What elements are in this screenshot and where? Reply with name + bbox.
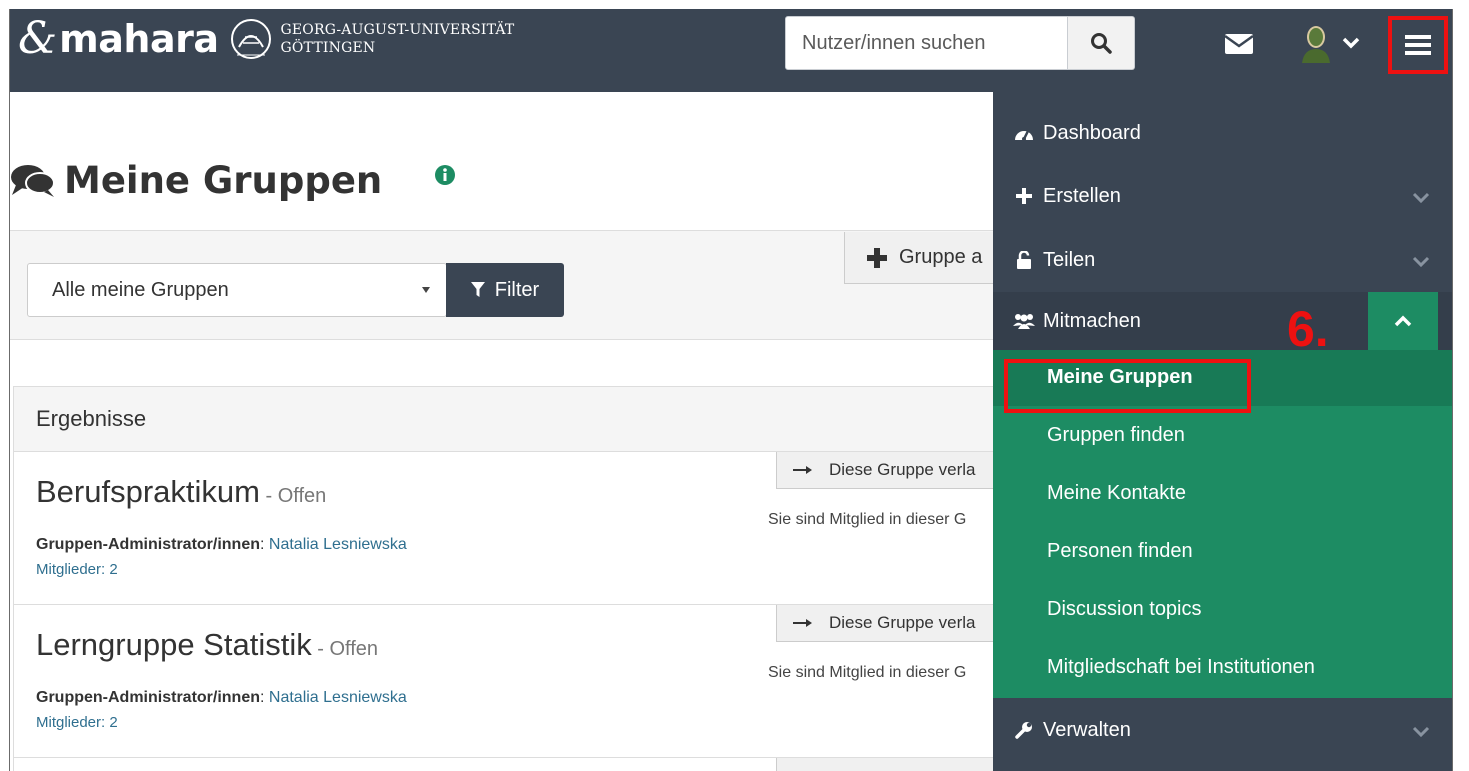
user-search	[785, 16, 1135, 70]
search-icon	[1091, 33, 1112, 54]
page-title: Meine Gruppen	[64, 159, 383, 202]
main-nav-dropdown: Dashboard Erstellen Teilen Mitmachen 6. …	[993, 92, 1452, 771]
membership-note: Sie sind Mitglied in dieser G	[768, 664, 967, 681]
unlock-icon	[1017, 251, 1031, 269]
chevron-down-icon[interactable]	[1412, 192, 1430, 204]
group-status: - Offen	[259, 485, 327, 507]
admin-link[interactable]: Natalia Lesniewska	[269, 536, 407, 553]
admin-link[interactable]: Natalia Lesniewska	[269, 689, 407, 706]
logo-text: mahara	[59, 17, 219, 61]
user-search-input[interactable]	[785, 16, 1068, 70]
group-admins: Gruppen-Administrator/innen: Natalia Les…	[36, 689, 407, 706]
plus-icon	[1016, 188, 1032, 204]
group-members-link[interactable]: Mitglieder: 2	[36, 561, 118, 578]
wrench-icon	[1015, 722, 1032, 739]
mitmachen-submenu: Meine Gruppen Gruppen finden Meine Konta…	[993, 350, 1452, 698]
nav-item-dashboard[interactable]: Dashboard	[993, 102, 1452, 164]
main-menu-button[interactable]	[1388, 16, 1448, 74]
logo-ampersand: &	[18, 13, 58, 64]
envelope-icon[interactable]	[1224, 33, 1254, 55]
submenu-item-mitgliedschaft[interactable]: Mitgliedschaft bei Institutionen	[1047, 656, 1315, 679]
top-header: & mahara GEORG-AUGUST-UNIVERSITÄT GÖTTIN…	[10, 9, 1452, 92]
university-name: GEORG-AUGUST-UNIVERSITÄT GÖTTINGEN	[280, 22, 515, 56]
chevron-down-icon	[1342, 37, 1360, 49]
submenu-item-meine-kontakte[interactable]: Meine Kontakte	[1047, 482, 1186, 505]
info-icon[interactable]	[434, 164, 456, 186]
university-seal-icon	[230, 19, 271, 59]
dashboard-icon	[1015, 130, 1033, 141]
submenu-item-discussion-topics[interactable]: Discussion topics	[1047, 598, 1202, 621]
nav-item-teilen[interactable]: Teilen	[993, 228, 1452, 292]
membership-note: Sie sind Mitglied in dieser G	[768, 511, 967, 528]
nav-item-erstellen[interactable]: Erstellen	[993, 164, 1452, 228]
browser-frame: & mahara GEORG-AUGUST-UNIVERSITÄT GÖTTIN…	[9, 9, 1453, 771]
highlight-box	[1004, 359, 1251, 413]
hamburger-icon	[1405, 35, 1431, 55]
chevron-down-icon[interactable]	[1412, 256, 1430, 268]
group-members-link[interactable]: Mitglieder: 2	[36, 714, 118, 731]
step-annotation: 6.	[1287, 301, 1329, 357]
comments-icon	[11, 164, 55, 197]
arrow-right-icon	[793, 619, 812, 627]
page-title-row: Meine Gruppen	[10, 159, 382, 202]
group-admins: Gruppen-Administrator/innen: Natalia Les…	[36, 536, 407, 553]
arrow-right-icon	[793, 466, 812, 474]
submenu-item-gruppen-finden[interactable]: Gruppen finden	[1047, 424, 1185, 447]
chevron-up-icon	[1394, 315, 1412, 327]
chevron-down-icon[interactable]	[1412, 726, 1430, 738]
group-filter-select[interactable]: Alle meine Gruppen	[27, 263, 447, 317]
users-icon	[1013, 314, 1035, 329]
plus-icon	[867, 247, 887, 268]
filter-button[interactable]: Filter	[446, 263, 564, 317]
group-status: - Offen	[311, 638, 379, 660]
mahara-logo[interactable]: & mahara GEORG-AUGUST-UNIVERSITÄT GÖTTIN…	[18, 17, 514, 61]
caret-down-icon	[422, 287, 430, 293]
submenu-item-personen-finden[interactable]: Personen finden	[1047, 540, 1193, 563]
avatar-icon	[1302, 26, 1330, 63]
group-name[interactable]: Lerngruppe Statistik - Offen	[36, 627, 378, 663]
user-menu[interactable]	[1298, 23, 1360, 63]
mitmachen-collapse-button[interactable]	[1368, 292, 1438, 350]
filter-icon	[470, 282, 485, 297]
group-name[interactable]: Berufspraktikum - Offen	[36, 474, 326, 510]
nav-item-verwalten[interactable]: Verwalten	[993, 698, 1452, 762]
search-button[interactable]	[1068, 16, 1135, 70]
